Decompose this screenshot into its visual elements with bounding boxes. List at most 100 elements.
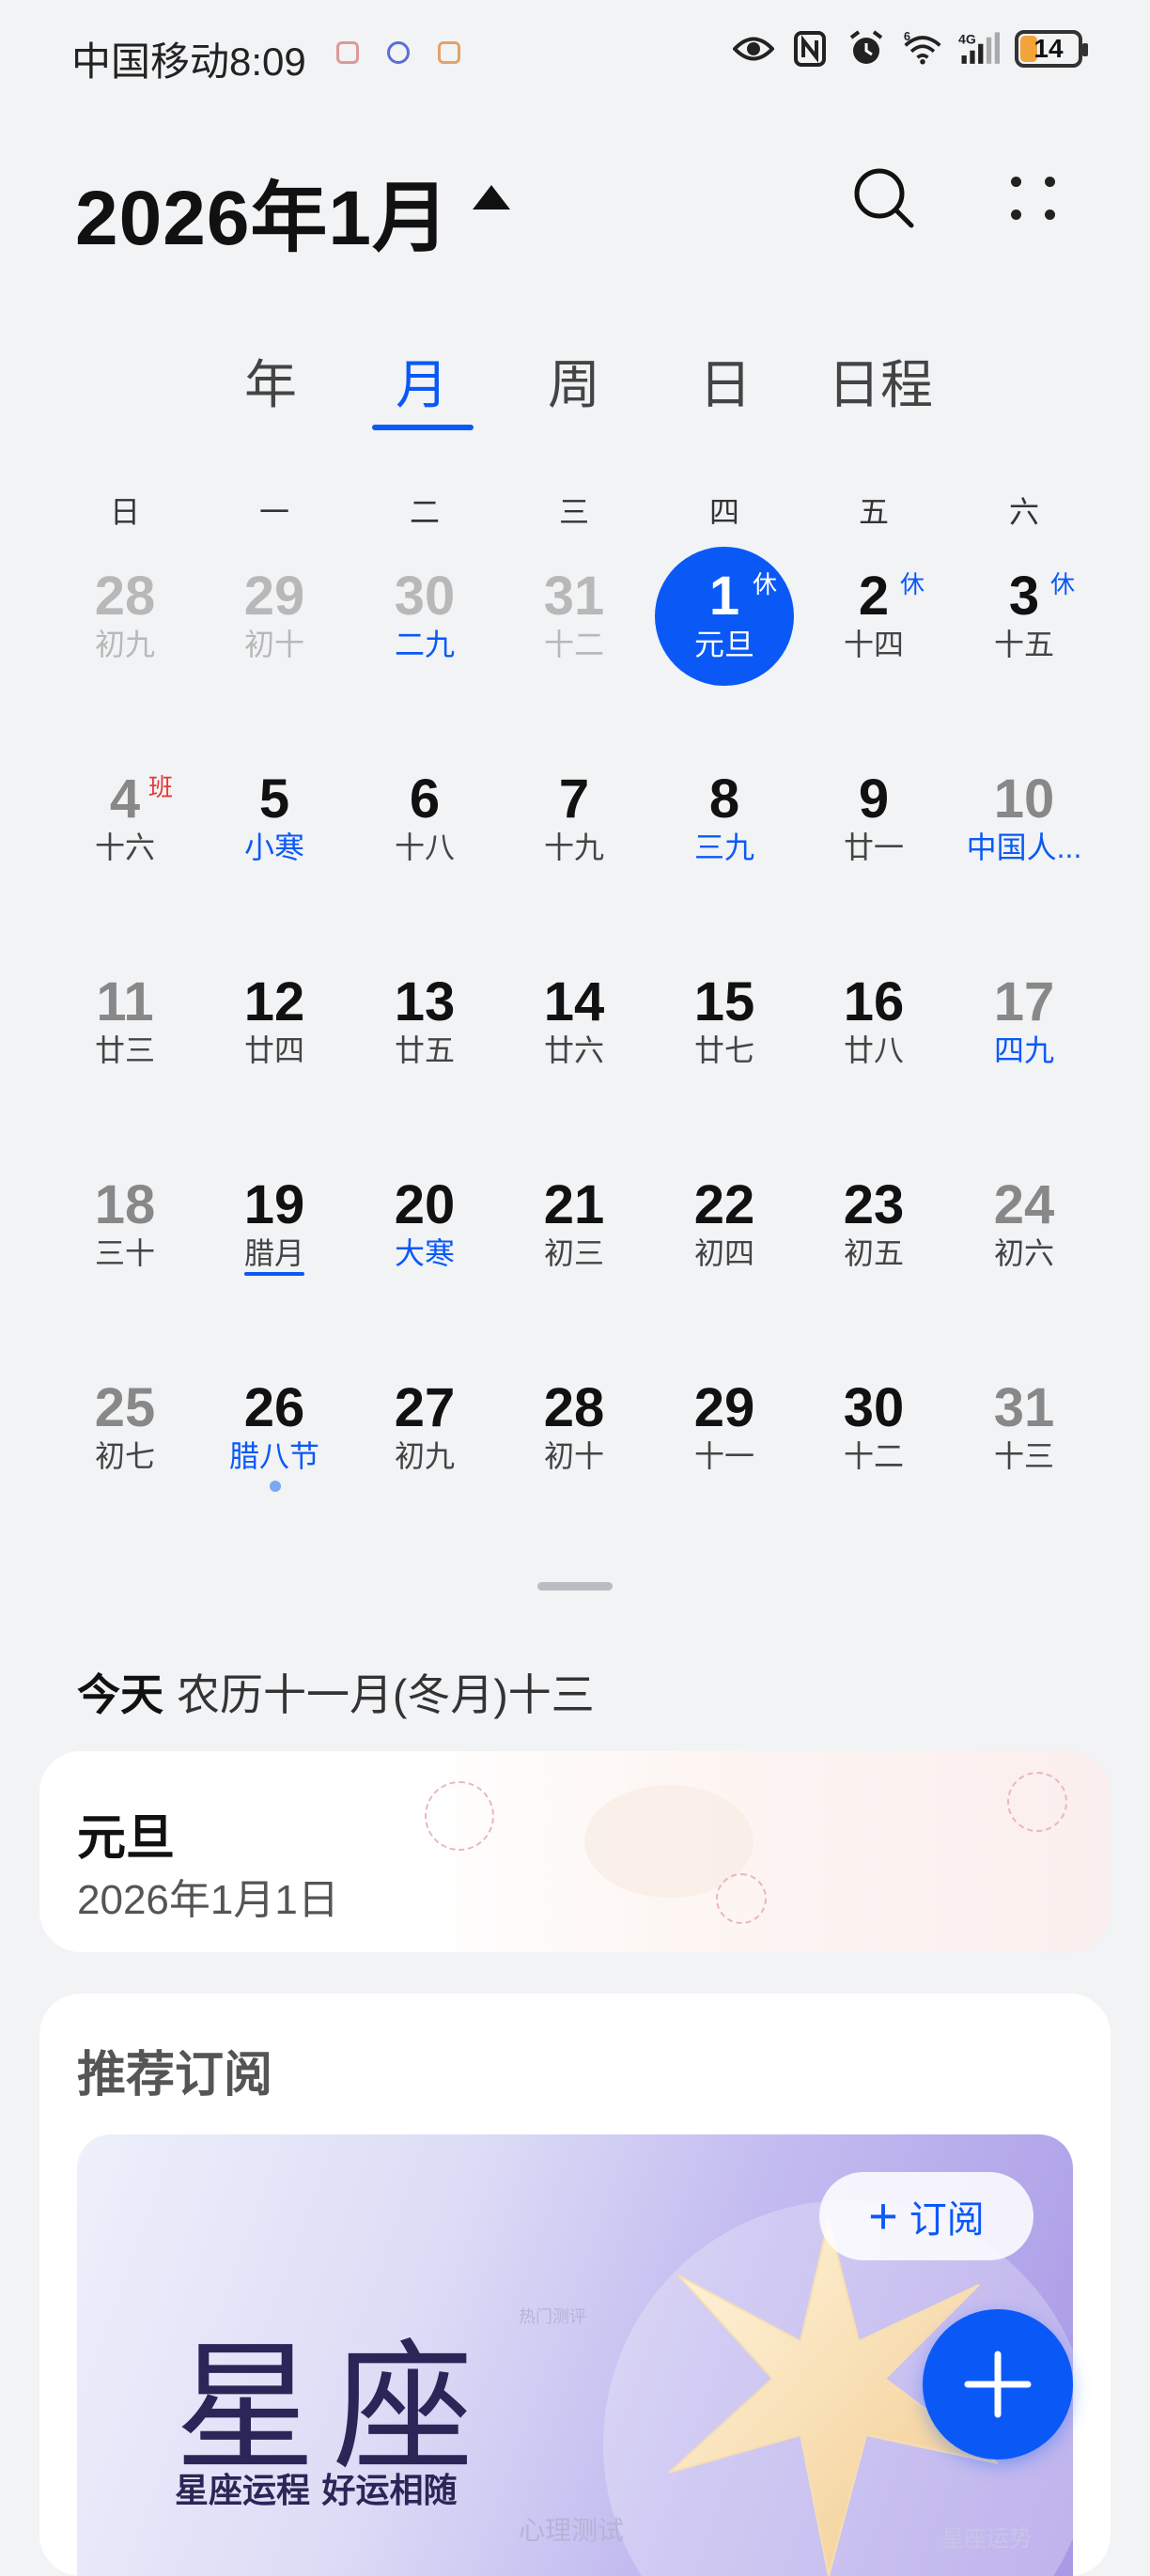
day-number: 13 [394,971,456,1032]
holiday-rest-badge: 休 [1050,570,1076,598]
day-cell[interactable]: 31 十二 [504,569,645,720]
day-cell[interactable]: 28 初十 [504,1381,645,1531]
tab-month[interactable]: 月 [396,343,448,419]
banner-faint-text: 热门测评 [519,2307,586,2326]
day-number: 26 [243,1377,305,1438]
day-cell[interactable]: 20 大寒 [354,1178,495,1328]
day-number: 30 [843,1377,905,1438]
day-number: 15 [693,971,755,1032]
lunar-date: 中国人... [966,830,1082,864]
plus-icon: + [868,2188,898,2244]
day-number: 30 [394,566,456,627]
day-number: 16 [843,971,905,1032]
day-cell[interactable]: 5 小寒 [204,772,345,923]
eye-icon [733,28,774,70]
lunar-date: 十一 [693,1439,754,1473]
day-cell[interactable]: 14 廿六 [504,975,645,1125]
wifi-icon: 6 [902,28,943,70]
day-number: 23 [843,1174,905,1235]
day-cell[interactable]: 11 廿三 [54,975,195,1125]
search-button[interactable] [846,160,921,235]
tab-year[interactable]: 年 [244,343,297,419]
battery-level: 14 [1033,34,1064,63]
day-cell[interactable]: 23 初五 [803,1178,944,1328]
holiday-card[interactable]: 元旦 2026年1月1日 [39,1751,1111,1952]
month-title[interactable]: 2026年1月 [75,155,450,267]
day-cell[interactable]: 12 廿四 [204,975,345,1125]
day-cell[interactable]: 21 初三 [504,1178,645,1328]
day-cell[interactable]: 31 十三 [954,1381,1095,1531]
alarm-icon [846,28,887,70]
lunar-date: 初六 [993,1236,1054,1270]
recommend-subscriptions-card: 推荐订阅 热门测评 心理测试 星座运势 星座 星座运程 好运相随 + 订阅 [39,1994,1111,2576]
day-cell[interactable]: 26 腊八节 [204,1381,345,1531]
day-cell[interactable]: 10 中国人... [954,772,1095,923]
weekday-label: 一 [258,495,289,529]
lunar-date: 初三 [543,1236,604,1270]
day-cell[interactable]: 25 初七 [54,1381,195,1531]
lunar-date: 十五 [993,628,1054,661]
add-event-button[interactable] [923,2309,1073,2460]
day-cell[interactable]: 29 十一 [654,1381,795,1531]
tab-week[interactable]: 周 [548,343,600,419]
view-tabs: 年 月 周 日 日程 [0,343,1150,437]
more-dots-icon [1011,177,1021,187]
caret-up-icon[interactable] [473,185,510,209]
lunar-date: 廿六 [543,1033,604,1067]
day-cell[interactable]: 18 三十 [54,1178,195,1328]
day-cell[interactable]: 30 十二 [803,1381,944,1531]
day-cell[interactable]: 15 廿七 [654,975,795,1125]
day-number: 6 [409,768,441,830]
day-number: 20 [394,1174,456,1235]
battery-icon: 14 [1015,30,1088,68]
day-cell[interactable]: 6 十八 [354,772,495,923]
day-number: 24 [993,1174,1055,1235]
day-cell[interactable]: 2 休十四 [803,569,944,720]
day-cell[interactable]: 17 四九 [954,975,1095,1125]
holiday-rest-badge: 休 [900,570,925,598]
day-cell[interactable]: 22 初四 [654,1178,795,1328]
day-cell[interactable]: 13 廿五 [354,975,495,1125]
day-number: 17 [993,971,1055,1032]
lunar-date: 二九 [394,628,455,661]
day-cell[interactable]: 27 初九 [354,1381,495,1531]
day-cell[interactable]: 28 初九 [54,569,195,720]
day-number: 11 [96,971,154,1032]
day-cell[interactable]: 19 腊月 [204,1178,345,1328]
day-cell[interactable]: 4 班十六 [54,772,195,923]
day-number: 7 [558,768,590,830]
day-cell-selected[interactable]: 1 休元旦 [654,569,795,720]
day-number: 18 [94,1174,156,1235]
drag-handle[interactable] [537,1582,613,1591]
day-cell[interactable]: 29 初十 [204,569,345,720]
weekday-label: 日 [109,495,140,529]
day-number: 28 [543,1377,605,1438]
lunar-date: 廿四 [243,1033,304,1067]
firework-icon [1007,1772,1067,1832]
day-number: 4 [109,768,141,830]
subscribe-label: 订阅 [909,2199,985,2241]
holiday-date: 2026年1月1日 [77,1877,339,1923]
day-cell[interactable]: 8 三九 [654,772,795,923]
today-lunar-date: 农历十一月(冬月)十三 [177,1670,595,1719]
status-carrier-time: 中国移动8:09 [71,30,306,87]
day-cell[interactable]: 30 二九 [354,569,495,720]
tab-schedule[interactable]: 日程 [828,343,933,419]
subscribe-button[interactable]: + 订阅 [819,2172,1033,2260]
lunar-date: 廿五 [394,1033,455,1067]
carrier-name: 中国移动 [71,39,230,84]
holiday-rest-badge: 休 [753,570,778,598]
more-options-button[interactable] [996,160,1071,235]
day-cell[interactable]: 9 廿一 [803,772,944,923]
lunar-date: 腊八节 [228,1439,319,1473]
day-cell[interactable]: 24 初六 [954,1178,1095,1328]
day-cell[interactable]: 7 十九 [504,772,645,923]
day-number: 22 [693,1174,755,1235]
lunar-date: 十八 [394,830,455,864]
network-type-text: 4G [958,32,976,47]
tab-day[interactable]: 日 [699,343,752,419]
day-cell[interactable]: 3 休十五 [954,569,1095,720]
weekday-label: 五 [858,495,889,529]
notification-icons [336,41,460,64]
day-cell[interactable]: 16 廿八 [803,975,944,1125]
